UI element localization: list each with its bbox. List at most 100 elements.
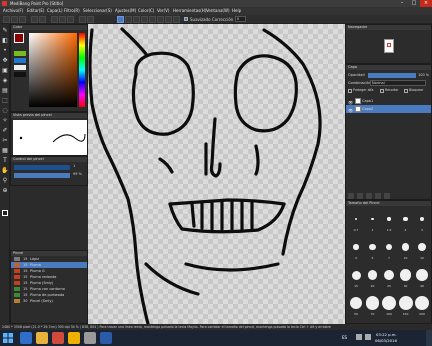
snap-circle-icon[interactable] bbox=[157, 16, 164, 23]
brush-tool-icon[interactable]: ✎ bbox=[1, 26, 9, 34]
selection-clear-icon[interactable] bbox=[59, 16, 66, 23]
delete-layer-icon[interactable] bbox=[384, 193, 390, 199]
navigator-viewport[interactable] bbox=[387, 43, 391, 47]
primary-color-swatch[interactable] bbox=[14, 33, 24, 43]
snap-settings-icon[interactable] bbox=[173, 16, 180, 23]
file-explorer-icon[interactable] bbox=[36, 332, 48, 344]
color-history-3[interactable] bbox=[14, 65, 26, 70]
selection-rect-icon[interactable] bbox=[51, 16, 58, 23]
menu-ventana[interactable]: Ventana(W) bbox=[206, 8, 230, 13]
ie-browser-icon[interactable] bbox=[20, 332, 32, 344]
menu-help[interactable]: Help bbox=[232, 8, 241, 13]
brush-size-cell[interactable]: 12 bbox=[414, 237, 430, 263]
open-file-icon[interactable] bbox=[11, 16, 18, 23]
maximize-icon[interactable]: □ bbox=[408, 0, 420, 7]
copy-layer-icon[interactable] bbox=[357, 193, 363, 199]
layer-item[interactable]: 👁 Capa1 bbox=[346, 97, 431, 105]
brush-size-cell[interactable]: 20 bbox=[365, 265, 381, 291]
brush-size-cell[interactable]: 150 bbox=[398, 293, 414, 319]
grid-icon[interactable] bbox=[87, 16, 94, 23]
color-history-4[interactable] bbox=[14, 72, 26, 77]
minimize-icon[interactable]: – bbox=[396, 0, 408, 7]
brush-size-cell[interactable]: 100 bbox=[381, 293, 397, 319]
lock-checkbox[interactable] bbox=[404, 89, 408, 93]
hue-slider[interactable] bbox=[79, 33, 85, 107]
brush-size-cell[interactable]: 1.5 bbox=[381, 209, 397, 235]
lasso-tool-icon[interactable]: ◌ bbox=[1, 106, 9, 114]
add-layer-icon[interactable] bbox=[348, 193, 354, 199]
menu-ajustes[interactable]: Ajustes(M) bbox=[115, 8, 136, 13]
transform-icon[interactable] bbox=[79, 16, 86, 23]
bucket-tool-icon[interactable]: ◈ bbox=[1, 76, 9, 84]
color-history-1[interactable] bbox=[14, 51, 26, 56]
dot-tool-icon[interactable]: • bbox=[1, 46, 9, 54]
snap-off-icon[interactable] bbox=[117, 16, 124, 23]
brush-size-cell[interactable]: 2 bbox=[398, 209, 414, 235]
canvas[interactable] bbox=[88, 24, 345, 324]
save-file-icon[interactable] bbox=[19, 16, 26, 23]
divide-tool-icon[interactable]: ▦ bbox=[1, 146, 9, 154]
undo-icon[interactable] bbox=[31, 16, 38, 23]
windows-start-icon[interactable] bbox=[3, 333, 13, 343]
media-player-icon[interactable] bbox=[52, 332, 64, 344]
network-icon[interactable] bbox=[356, 334, 362, 340]
move-tool-icon[interactable]: ✥ bbox=[1, 56, 9, 64]
protect-alpha-checkbox[interactable] bbox=[348, 89, 352, 93]
layer-visibility-icon[interactable]: 👁 bbox=[348, 107, 353, 115]
brush-size-slider[interactable] bbox=[14, 165, 70, 170]
snap-parallel-icon[interactable] bbox=[125, 16, 132, 23]
snap-curve-icon[interactable] bbox=[165, 16, 172, 23]
color-swatch-icon[interactable] bbox=[1, 209, 9, 217]
brush-size-cell[interactable]: 10 bbox=[398, 237, 414, 263]
zoom-tool-icon[interactable]: ⊕ bbox=[1, 186, 9, 194]
snap-cross-icon[interactable] bbox=[133, 16, 140, 23]
brush-size-cell[interactable]: 50 bbox=[348, 293, 364, 319]
brush-size-cell[interactable]: 25 bbox=[381, 265, 397, 291]
new-file-icon[interactable] bbox=[3, 16, 10, 23]
show-desktop-button[interactable] bbox=[426, 330, 432, 346]
brush-list-item[interactable]: 30 Pincel (Smly) bbox=[11, 298, 87, 304]
layer-opacity-slider[interactable] bbox=[368, 73, 416, 78]
menu-capa[interactable]: Capa(L) bbox=[47, 8, 63, 13]
hand-tool-icon[interactable]: ✋ bbox=[1, 166, 9, 174]
menu-seleccionar[interactable]: Seleccionar(S) bbox=[83, 8, 112, 13]
brush-size-cell[interactable]: 4 bbox=[348, 237, 364, 263]
eyedropper-tool-icon[interactable]: ⚲ bbox=[1, 176, 9, 184]
folder-layer-icon[interactable] bbox=[366, 193, 372, 199]
blend-mode-select[interactable]: Normal bbox=[370, 80, 426, 86]
brush-opacity-slider[interactable] bbox=[14, 173, 70, 178]
brush-size-cell[interactable]: 200 bbox=[414, 293, 430, 319]
fill-tool-icon[interactable]: ▣ bbox=[1, 66, 9, 74]
menu-herramientas[interactable]: Herramientas(H) bbox=[173, 8, 206, 13]
layer-item[interactable]: 👁 Capa2 bbox=[346, 105, 431, 113]
word-icon[interactable] bbox=[100, 332, 112, 344]
language-indicator[interactable]: ES bbox=[342, 335, 347, 340]
select-pen-tool-icon[interactable]: ✐ bbox=[1, 126, 9, 134]
brush-size-cell[interactable]: 15 bbox=[348, 265, 364, 291]
menu-color[interactable]: Color(C) bbox=[138, 8, 154, 13]
clipping-checkbox[interactable] bbox=[380, 89, 384, 93]
brush-size-cell[interactable]: 70 bbox=[365, 293, 381, 319]
redo-icon[interactable] bbox=[39, 16, 46, 23]
volume-icon[interactable] bbox=[365, 334, 371, 340]
select-eraser-tool-icon[interactable]: ✂ bbox=[1, 136, 9, 144]
brush-size-cell[interactable]: 3 bbox=[414, 209, 430, 235]
color-history-2[interactable] bbox=[14, 58, 26, 63]
correccion-select[interactable]: 0 bbox=[235, 16, 246, 22]
select-tool-icon[interactable]: ⬚ bbox=[1, 96, 9, 104]
color-picker-area[interactable] bbox=[29, 33, 77, 107]
menu-filtro[interactable]: Filtro(R) bbox=[64, 8, 80, 13]
menu-ver[interactable]: Ver(V) bbox=[157, 8, 169, 13]
brush-size-cell[interactable]: 7 bbox=[381, 237, 397, 263]
brush-size-cell[interactable]: 1 bbox=[365, 209, 381, 235]
merge-layer-icon[interactable] bbox=[375, 193, 381, 199]
brush-size-cell[interactable]: 5 bbox=[365, 237, 381, 263]
suavizado-checkbox[interactable] bbox=[184, 17, 188, 21]
eraser-tool-icon[interactable]: ◧ bbox=[1, 36, 9, 44]
snap-vanish-icon[interactable] bbox=[141, 16, 148, 23]
medibang-icon[interactable] bbox=[84, 332, 96, 344]
selection-invert-icon[interactable] bbox=[67, 16, 74, 23]
text-tool-icon[interactable]: T bbox=[1, 156, 9, 164]
brush-size-cell[interactable]: 40 bbox=[414, 265, 430, 291]
snap-radial-icon[interactable] bbox=[149, 16, 156, 23]
